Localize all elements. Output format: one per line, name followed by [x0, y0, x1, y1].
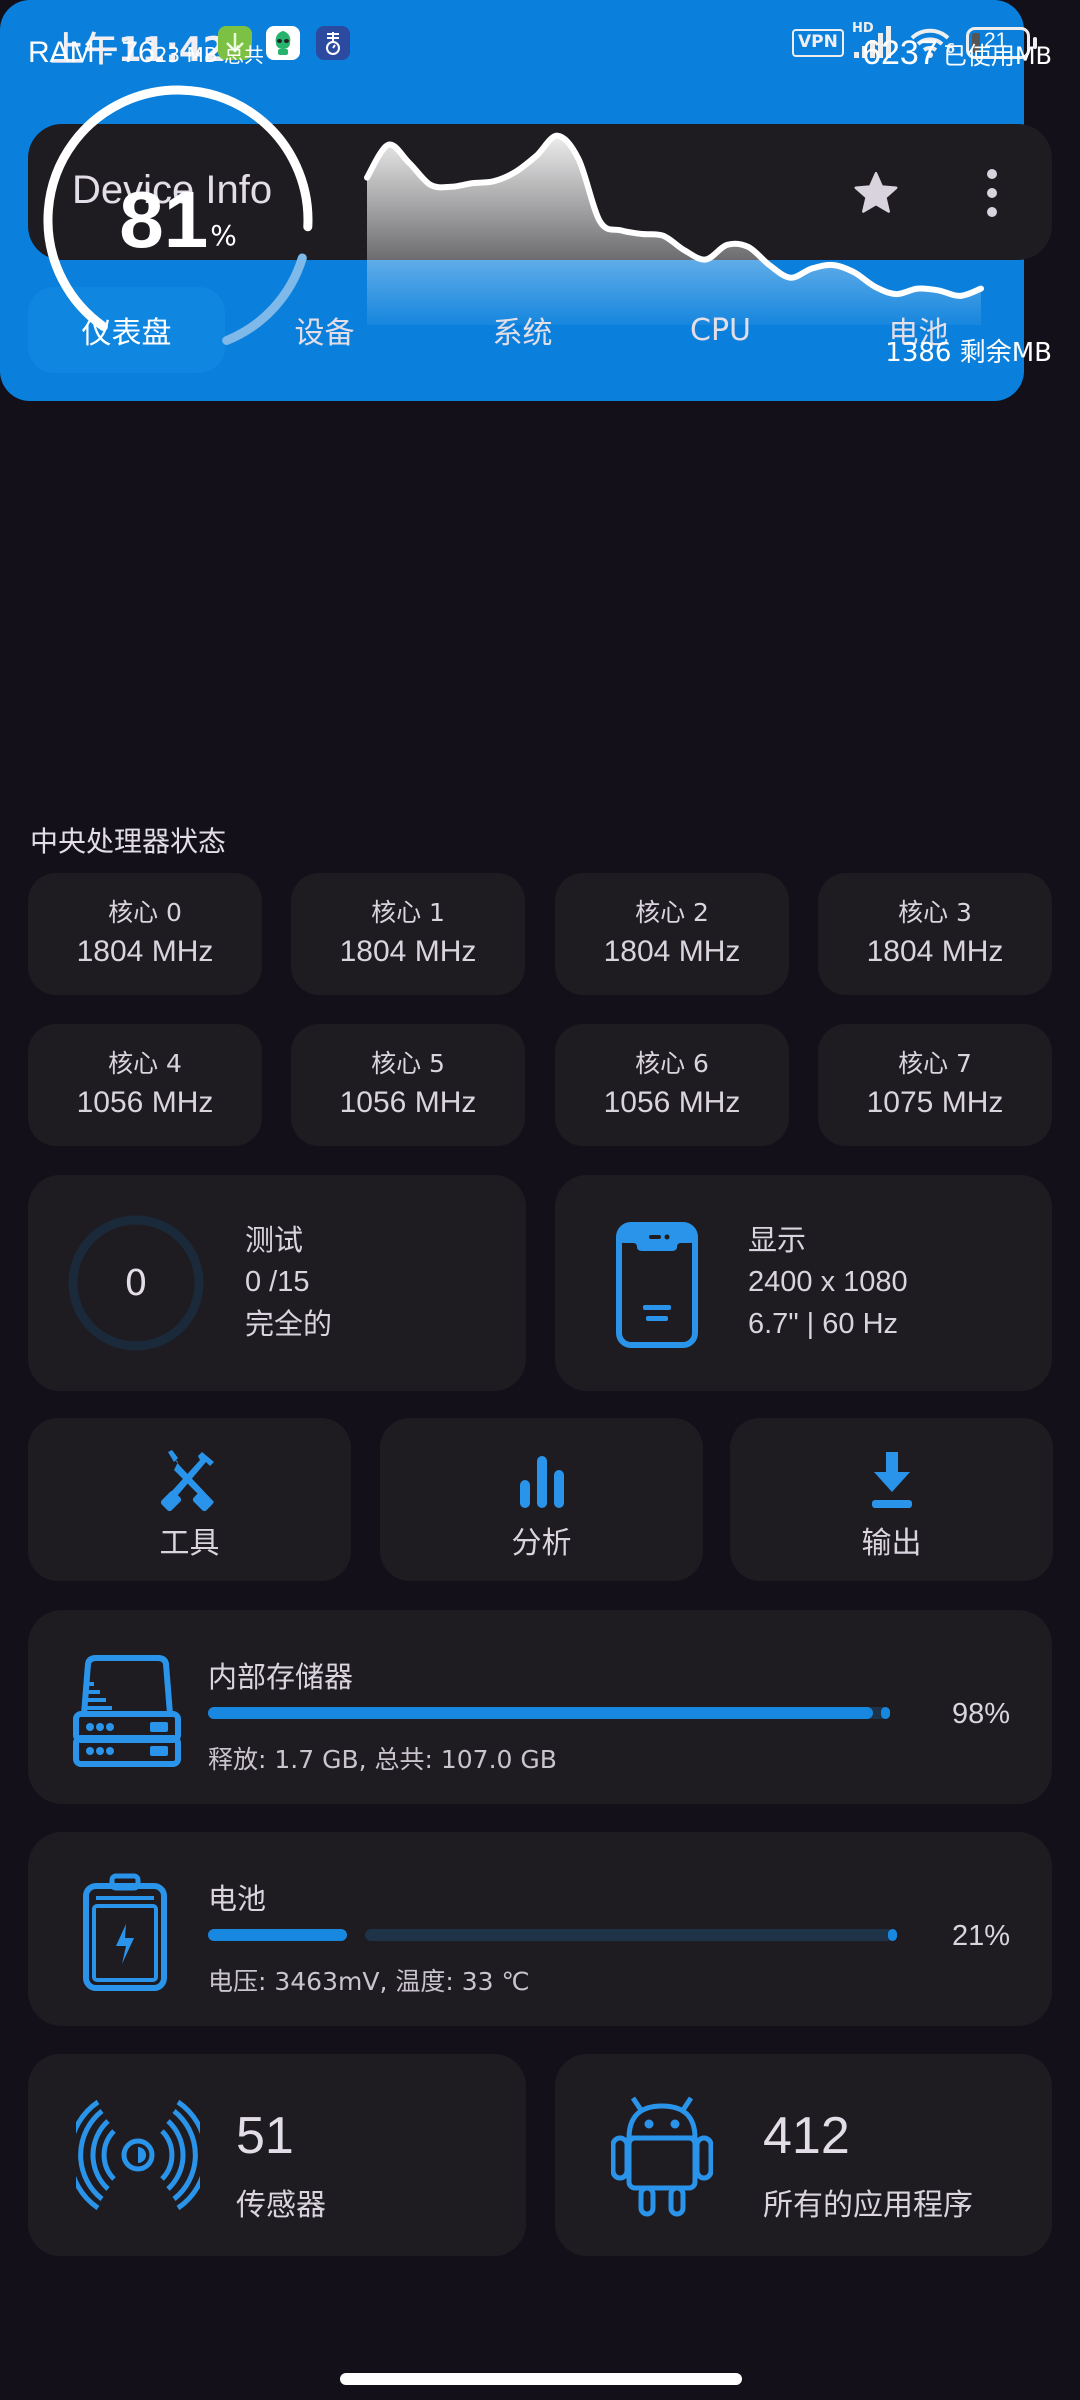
tests-title: 测试 [245, 1223, 304, 1257]
core-frequency: 1056 MHz [603, 1086, 741, 1119]
sensors-card[interactable]: 51 传感器 [28, 2054, 526, 2256]
core-card[interactable]: 核心 1 1804 MHz [291, 873, 525, 995]
battery-title: 电池 [208, 1882, 267, 1916]
tests-status: 完全的 [245, 1307, 333, 1341]
core-card[interactable]: 核心 4 1056 MHz [28, 1024, 262, 1146]
analyze-label: 分析 [511, 1526, 572, 1561]
apps-label: 所有的应用程序 [763, 2188, 973, 2223]
core-card[interactable]: 核心 3 1804 MHz [818, 873, 1052, 995]
bar-chart-icon [510, 1448, 574, 1512]
core-label: 核心 0 [108, 898, 182, 927]
battery-percent: 21% [951, 1920, 1010, 1952]
core-frequency: 1056 MHz [76, 1086, 214, 1119]
ram-used: 6237 已使用MB [862, 34, 1052, 73]
storage-progress-end-dot [881, 1707, 890, 1719]
ram-percent-sign: % [210, 218, 237, 252]
storage-progress-fill [208, 1707, 874, 1719]
phone-icon [615, 1221, 699, 1349]
core-card[interactable]: 核心 2 1804 MHz [555, 873, 789, 995]
storage-card[interactable]: 内部存储器 98% 释放: 1.7 GB, 总共: 107.0 GB [28, 1610, 1052, 1804]
ram-percent-value: 81 [119, 175, 209, 264]
display-resolution: 2400 x 1080 [748, 1266, 908, 1298]
ram-free: 1386 剩余MB [885, 332, 1052, 369]
export-label: 输出 [861, 1526, 922, 1561]
android-icon [610, 2094, 714, 2218]
ram-total-suffix: 23 MB 总共 [154, 43, 264, 67]
analyze-button[interactable]: 分析 [380, 1418, 703, 1581]
ram-used-value: 6237 [862, 34, 938, 72]
alien-app-icon [266, 26, 300, 60]
chart-area [367, 135, 981, 325]
display-card[interactable]: 显示 2400 x 1080 6.7" | 60 Hz [555, 1175, 1052, 1391]
sensors-label: 传感器 [236, 2188, 326, 2223]
battery-detail: 电压: 3463mV, 温度: 33 ℃ [208, 1967, 530, 1996]
timer-app-icon [316, 26, 350, 60]
vpn-label: VPN [792, 29, 844, 57]
battery-card[interactable]: 电池 21% 电压: 3463mV, 温度: 33 ℃ [28, 1832, 1052, 2026]
storage-detail: 释放: 1.7 GB, 总共: 107.0 GB [208, 1745, 557, 1774]
tools-button[interactable]: 工具 [28, 1418, 351, 1581]
apps-card[interactable]: 412 所有的应用程序 [555, 2054, 1052, 2256]
core-label: 核心 2 [635, 898, 709, 927]
core-label: 核心 3 [898, 898, 972, 927]
battery-progress-track [365, 1929, 893, 1941]
ram-used-label: 已使用MB [942, 42, 1052, 70]
apps-count: 412 [763, 2107, 850, 2165]
core-card[interactable]: 核心 6 1056 MHz [555, 1024, 789, 1146]
battery-progress-fill [208, 1929, 348, 1941]
cpu-section-title: 中央处理器状态 [30, 825, 227, 858]
core-frequency: 1804 MHz [339, 935, 477, 968]
vpn-indicator: VPN [792, 26, 844, 60]
tests-progress: 0 /15 [245, 1266, 310, 1298]
ram-total: RAM - 7623 MB 总共 [28, 36, 264, 70]
core-label: 核心 5 [371, 1049, 445, 1078]
core-card[interactable]: 核心 5 1056 MHz [291, 1024, 525, 1146]
ram-history-chart [364, 132, 984, 325]
battery-charging-icon [82, 1872, 168, 1992]
core-card[interactable]: 核心 7 1075 MHz [818, 1024, 1052, 1146]
core-label: 核心 7 [898, 1049, 972, 1078]
tests-progress-ring: 0 [66, 1213, 206, 1353]
core-frequency: 1075 MHz [866, 1086, 1004, 1119]
ram-free-value: 1386 [885, 338, 952, 368]
ram-total-prefix: RAM - 76 [28, 36, 155, 69]
battery-progress-end-dot [888, 1929, 897, 1941]
export-button[interactable]: 输出 [730, 1418, 1053, 1581]
core-frequency: 1804 MHz [866, 935, 1004, 968]
core-label: 核心 1 [371, 898, 445, 927]
home-indicator[interactable] [340, 2373, 742, 2385]
gauge-label: 81% [38, 80, 318, 360]
tools-icon [158, 1448, 222, 1512]
ram-free-label: 剩余MB [959, 338, 1052, 368]
core-label: 核心 4 [108, 1049, 182, 1078]
storage-title: 内部存储器 [208, 1660, 354, 1694]
core-label: 核心 6 [635, 1049, 709, 1078]
sensor-icon [67, 2096, 209, 2214]
tools-label: 工具 [159, 1526, 220, 1561]
storage-drive-icon [72, 1654, 182, 1769]
download-icon [860, 1448, 924, 1512]
sensors-count: 51 [236, 2107, 294, 2165]
tests-card[interactable]: 0 测试 0 /15 完全的 [28, 1175, 526, 1391]
ram-gauge: 81% [38, 80, 318, 360]
core-frequency: 1804 MHz [603, 935, 741, 968]
core-card[interactable]: 核心 0 1804 MHz [28, 873, 262, 995]
display-size-refresh: 6.7" | 60 Hz [748, 1308, 899, 1340]
display-title: 显示 [748, 1223, 807, 1257]
storage-percent: 98% [951, 1698, 1010, 1730]
tests-count: 0 [124, 1262, 148, 1304]
core-frequency: 1804 MHz [76, 935, 214, 968]
core-frequency: 1056 MHz [339, 1086, 477, 1119]
